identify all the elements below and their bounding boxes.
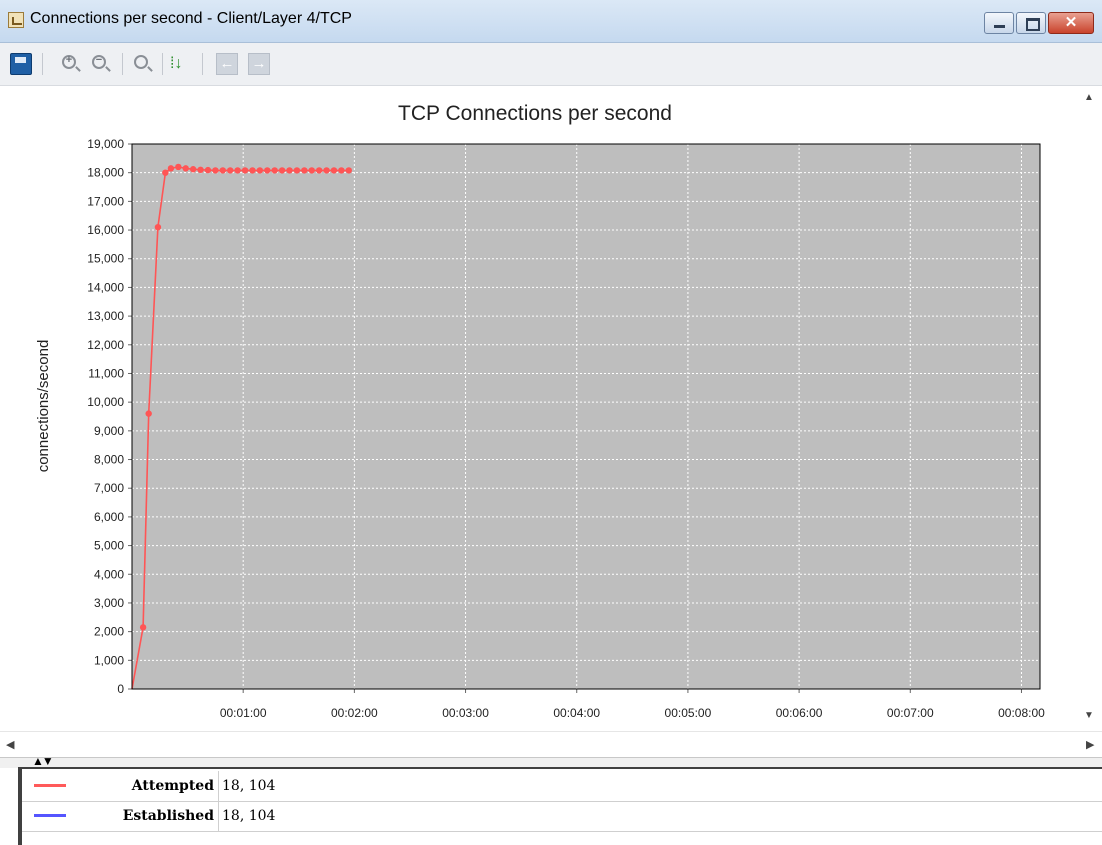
data-point: [219, 167, 226, 174]
save-icon[interactable]: [10, 53, 32, 75]
y-tick-label: 0: [117, 682, 124, 696]
zoom-in-icon[interactable]: +: [62, 54, 76, 69]
close-button[interactable]: ✕: [1048, 12, 1094, 34]
data-point: [301, 167, 308, 174]
x-tick-label: 00:03:00: [442, 706, 489, 720]
y-tick-label: 17,000: [87, 194, 124, 208]
series-color-swatch: [34, 814, 66, 817]
x-tick-label: 00:04:00: [553, 706, 600, 720]
y-tick-label: 11,000: [88, 366, 124, 380]
toolbar-separator: [162, 53, 163, 75]
y-tick-label: 8,000: [94, 453, 124, 467]
series-color-swatch: [34, 784, 66, 787]
legend-series-value: 18, 104: [222, 778, 276, 794]
data-point: [241, 167, 249, 174]
data-point: [249, 167, 256, 174]
data-point: [175, 163, 182, 171]
legend-series-name: Attempted: [82, 771, 219, 801]
x-tick-label: 00:06:00: [776, 706, 823, 720]
x-tick-label: 00:02:00: [331, 706, 378, 720]
y-tick-label: 4,000: [94, 567, 124, 581]
data-point: [256, 167, 264, 174]
data-point: [162, 169, 169, 176]
y-tick-label: 1,000: [94, 653, 124, 667]
arrow-left-icon[interactable]: ←: [216, 53, 238, 75]
chart-title: TCP Connections per second: [398, 102, 672, 125]
data-point: [330, 167, 338, 174]
y-tick-label: 9,000: [94, 424, 124, 438]
legend-series-name: Established: [82, 801, 219, 831]
data-point: [189, 166, 197, 173]
chart-panel: TCP Connections per second connections/s…: [0, 86, 1078, 731]
scroll-left-icon[interactable]: ◀: [6, 738, 14, 751]
x-tick-label: 00:01:00: [220, 706, 267, 720]
y-tick-label: 5,000: [94, 539, 124, 553]
x-tick-label: 00:08:00: [998, 706, 1045, 720]
data-point: [167, 165, 175, 172]
x-axis: 00:01:00 00:02:00 00:03:00 00:04:00 00:05:00…: [220, 689, 1045, 720]
window-title: Connections per second - Client/Layer 4/…: [30, 10, 352, 27]
legend-row: Attempted 18, 104: [22, 771, 1102, 802]
data-point: [182, 165, 189, 172]
maximize-button[interactable]: [1016, 12, 1046, 34]
data-point: [197, 166, 204, 174]
zoom-out-icon[interactable]: −: [92, 54, 106, 69]
data-point: [345, 167, 353, 174]
scroll-up-icon[interactable]: ▲: [1084, 92, 1094, 103]
sort-icon[interactable]: ⁞↓: [170, 53, 192, 75]
y-tick-label: 2,000: [94, 625, 124, 639]
data-point: [234, 167, 241, 174]
plot-area: [132, 144, 1040, 689]
title-bar: Connections per second - Client/Layer 4/…: [0, 0, 1102, 43]
toolbar-separator: [42, 53, 43, 75]
y-axis-label: connections/second: [35, 340, 52, 473]
legend-row: Established 18, 104: [22, 801, 1102, 832]
data-point: [338, 167, 345, 174]
y-tick-label: 19,000: [87, 137, 124, 151]
y-axis: 0 1,000 2,000 3,000 4,000 5,000 6,000 7,000 8,00…: [87, 137, 132, 696]
y-tick-label: 15,000: [87, 252, 124, 266]
legend-series-value: 18, 104: [222, 808, 276, 824]
data-point: [227, 167, 234, 174]
java-app-icon: [8, 12, 24, 28]
zoom-reset-icon[interactable]: [134, 55, 148, 69]
scroll-right-icon[interactable]: ▶: [1086, 738, 1094, 751]
x-tick-label: 00:07:00: [887, 706, 934, 720]
data-point: [315, 167, 323, 174]
data-point: [204, 166, 212, 174]
data-point: [271, 167, 278, 174]
scroll-down-icon[interactable]: ▼: [1084, 710, 1094, 721]
data-point: [323, 167, 330, 174]
close-icon: ✕: [1064, 14, 1078, 31]
y-tick-label: 7,000: [94, 481, 124, 495]
y-tick-label: 18,000: [87, 166, 124, 180]
minimize-button[interactable]: [984, 12, 1014, 34]
y-tick-label: 14,000: [87, 280, 124, 294]
horizontal-scrollbar[interactable]: ◀ ▶: [0, 731, 1102, 758]
toolbar: + − ⁞↓ ← →: [0, 43, 1102, 86]
y-tick-label: 13,000: [87, 309, 124, 323]
legend-table: Attempted 18, 104 Established 18, 104: [18, 767, 1102, 845]
vertical-scrollbar[interactable]: ▲ ▼: [1078, 86, 1102, 731]
y-tick-label: 6,000: [94, 510, 124, 524]
y-tick-label: 12,000: [87, 338, 124, 352]
y-tick-label: 10,000: [87, 395, 124, 409]
chart: TCP Connections per second connections/s…: [35, 102, 1045, 720]
splitter-arrows-icon[interactable]: ▲▼: [32, 754, 54, 768]
data-point: [154, 223, 162, 231]
data-point: [278, 167, 286, 174]
toolbar-separator: [202, 53, 203, 75]
data-point: [264, 167, 271, 174]
data-point: [286, 167, 293, 174]
data-point: [145, 410, 152, 417]
toolbar-separator: [122, 53, 123, 75]
data-point: [139, 624, 147, 631]
data-point: [212, 167, 219, 174]
y-tick-label: 16,000: [87, 223, 124, 237]
arrow-right-icon[interactable]: →: [248, 53, 270, 75]
y-tick-label: 3,000: [94, 596, 124, 610]
x-tick-label: 00:05:00: [665, 706, 712, 720]
data-point: [293, 167, 301, 174]
data-point: [308, 167, 315, 174]
